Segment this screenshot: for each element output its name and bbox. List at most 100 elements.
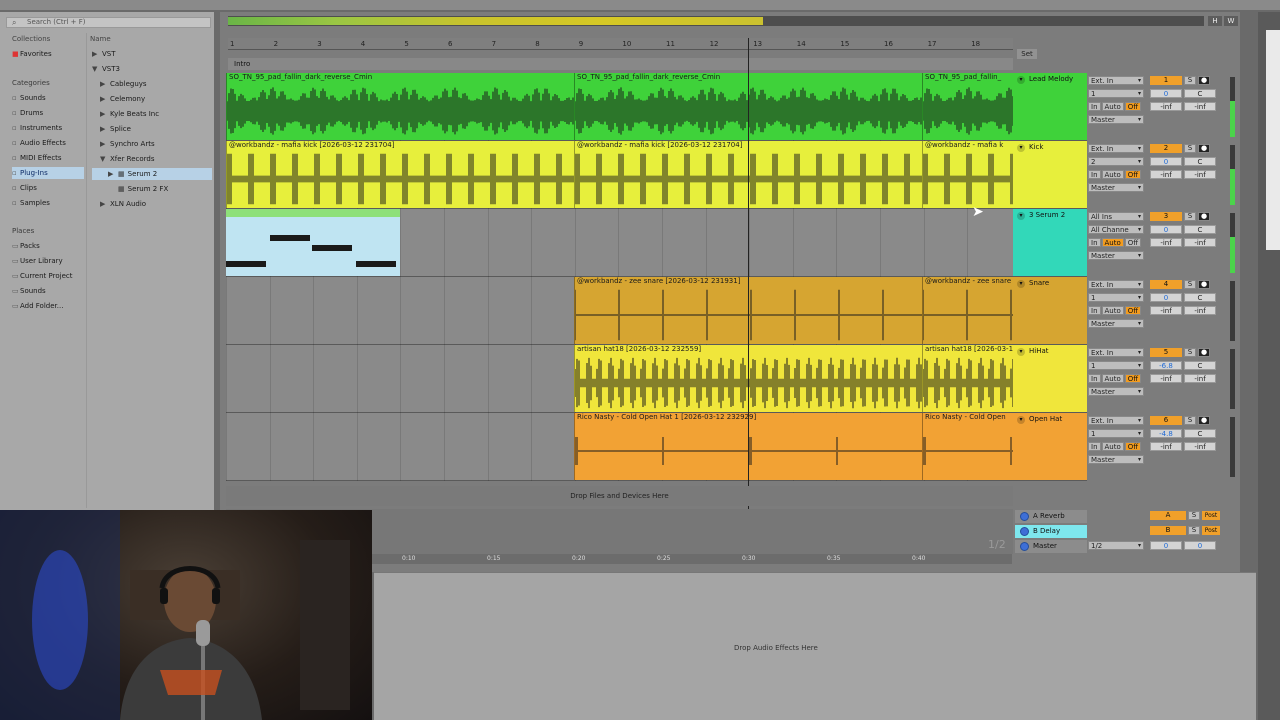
overview-h-button[interactable]: H (1208, 16, 1222, 26)
track-fold-icon[interactable]: ▾ (1017, 76, 1025, 84)
send-field-b[interactable]: -inf (1184, 238, 1216, 247)
overview-w-button[interactable]: W (1224, 16, 1238, 26)
sidebar-item-sounds[interactable]: ▫ Sounds (12, 92, 84, 104)
send-field-b[interactable]: -inf (1184, 374, 1216, 383)
bar-number[interactable]: 8 (535, 40, 539, 48)
input-type-select[interactable]: Ext. In (1088, 416, 1144, 425)
bar-number[interactable]: 2 (274, 40, 278, 48)
bar-number[interactable]: 3 (317, 40, 321, 48)
tree-item-synchro-arts[interactable]: ▶ Synchro Arts (92, 138, 212, 150)
pan-field[interactable]: C (1184, 89, 1216, 98)
tree-item-vst3[interactable]: ▼ VST3 (92, 63, 212, 75)
send-field-b[interactable]: -inf (1184, 102, 1216, 111)
arm-button[interactable]: ● (1198, 416, 1210, 425)
track-header-hihat[interactable]: ▾ HiHat (1013, 345, 1087, 413)
beat-ruler[interactable] (228, 38, 1013, 50)
midi-clip[interactable] (226, 209, 400, 276)
tree-item-splice[interactable]: ▶ Splice (92, 123, 212, 135)
track-name[interactable]: Snare (1029, 279, 1049, 287)
return-activator[interactable]: B (1150, 526, 1186, 535)
monitor-auto-button[interactable]: Auto (1101, 170, 1124, 179)
expand-arrow-icon[interactable]: ▶ (100, 78, 110, 90)
place-item-user-library[interactable]: ▭User Library (12, 255, 84, 267)
arm-button[interactable]: ● (1198, 212, 1210, 221)
input-type-select[interactable]: All Ins (1088, 212, 1144, 221)
output-select[interactable]: Master (1088, 251, 1144, 260)
track-name[interactable]: Kick (1029, 143, 1043, 151)
tree-item-cableguys[interactable]: ▶ Cableguys (92, 78, 212, 90)
bar-number[interactable]: 9 (579, 40, 583, 48)
monitor-off-button[interactable]: Off (1124, 102, 1142, 111)
input-channel-select[interactable]: 2 (1088, 157, 1144, 166)
track-header-3-serum-2[interactable]: ▾ 3 Serum 2 (1013, 209, 1087, 277)
send-field[interactable]: -inf (1150, 170, 1182, 179)
locator-lane[interactable] (228, 58, 1013, 70)
tree-item-xln-audio[interactable]: ▶ XLN Audio (92, 198, 212, 210)
solo-button[interactable]: S (1184, 212, 1196, 221)
track-name[interactable]: Open Hat (1029, 415, 1062, 423)
place-item-packs[interactable]: ▭Packs (12, 240, 84, 252)
track-header-snare[interactable]: ▾ Snare (1013, 277, 1087, 345)
bar-number[interactable]: 4 (361, 40, 365, 48)
tree-item-xfer-records[interactable]: ▼ Xfer Records (92, 153, 212, 165)
expand-arrow-icon[interactable]: ▼ (92, 63, 102, 75)
send-field[interactable]: -inf (1150, 238, 1182, 247)
input-type-select[interactable]: Ext. In (1088, 76, 1144, 85)
bar-number[interactable]: 6 (448, 40, 452, 48)
input-channel-select[interactable]: 1 (1088, 361, 1144, 370)
monitor-auto-button[interactable]: Auto (1101, 102, 1124, 111)
track-fold-icon[interactable]: ▾ (1017, 416, 1025, 424)
audio-clip[interactable]: @workbandz - mafia k (922, 141, 1013, 208)
place-item-current-project[interactable]: ▭Current Project (12, 270, 84, 282)
return-post-button[interactable]: Post (1202, 526, 1220, 535)
input-type-select[interactable]: Ext. In (1088, 144, 1144, 153)
monitor-in-button[interactable]: In (1088, 374, 1101, 383)
set-locator-button[interactable]: Set (1017, 49, 1037, 59)
track-fold-icon[interactable]: ▾ (1017, 212, 1025, 220)
arm-button[interactable]: ● (1198, 348, 1210, 357)
pan-field[interactable]: C (1184, 361, 1216, 370)
locator-intro[interactable]: Intro (234, 60, 250, 68)
bar-number[interactable]: 14 (797, 40, 806, 48)
name-column-header[interactable]: Name (90, 35, 111, 43)
monitor-off-button[interactable]: Off (1124, 442, 1142, 451)
volume-field[interactable]: 0 (1150, 225, 1182, 234)
solo-button[interactable]: S (1184, 416, 1196, 425)
place-item-add-folder[interactable]: ▭Add Folder... (12, 300, 84, 312)
place-item-sounds[interactable]: ▭Sounds (12, 285, 84, 297)
tree-item-serum-2[interactable]: ▶ ▦ Serum 2 (92, 168, 212, 180)
arm-button[interactable]: ● (1198, 144, 1210, 153)
track-activator[interactable]: 2 (1150, 144, 1182, 153)
return-solo-button[interactable]: S (1188, 526, 1200, 535)
send-field-b[interactable]: -inf (1184, 170, 1216, 179)
track-fold-icon[interactable]: ▾ (1017, 144, 1025, 152)
input-channel-select[interactable]: All Channe (1088, 225, 1144, 234)
bar-number[interactable]: 11 (666, 40, 675, 48)
track-header-lead-melody[interactable]: ▾ Lead Melody (1013, 73, 1087, 141)
arm-button[interactable]: ● (1198, 76, 1210, 85)
track-activator[interactable]: 5 (1150, 348, 1182, 357)
bar-number[interactable]: 13 (753, 40, 762, 48)
output-select[interactable]: Master (1088, 455, 1144, 464)
track-name[interactable]: 3 Serum 2 (1029, 211, 1065, 219)
input-type-select[interactable]: Ext. In (1088, 348, 1144, 357)
return-activator[interactable]: A (1150, 511, 1186, 520)
input-type-select[interactable]: Ext. In (1088, 280, 1144, 289)
tree-item-vst[interactable]: ▶ VST (92, 48, 212, 60)
track-name[interactable]: Lead Melody (1029, 75, 1073, 83)
expand-arrow-icon[interactable]: ▶ (108, 168, 118, 180)
return-post-button[interactable]: Post (1202, 511, 1220, 520)
audio-clip[interactable]: @workbandz - mafia kick [2026-03-12 2317… (226, 141, 574, 208)
output-select[interactable]: Master (1088, 319, 1144, 328)
send-field[interactable]: -inf (1150, 102, 1182, 111)
expand-arrow-icon[interactable]: ▶ (100, 93, 110, 105)
expand-arrow-icon[interactable]: ▼ (100, 153, 110, 165)
volume-field[interactable]: -6.8 (1150, 361, 1182, 370)
audio-clip[interactable]: @workbandz - zee snare (922, 277, 1013, 344)
bar-number[interactable]: 15 (840, 40, 849, 48)
sidebar-item-instruments[interactable]: ▫ Instruments (12, 122, 84, 134)
input-channel-select[interactable]: 1 (1088, 293, 1144, 302)
return-track-b-delay[interactable]: B Delay (1015, 525, 1087, 538)
track-name[interactable]: HiHat (1029, 347, 1049, 355)
master-volume[interactable]: 0 (1150, 541, 1182, 550)
